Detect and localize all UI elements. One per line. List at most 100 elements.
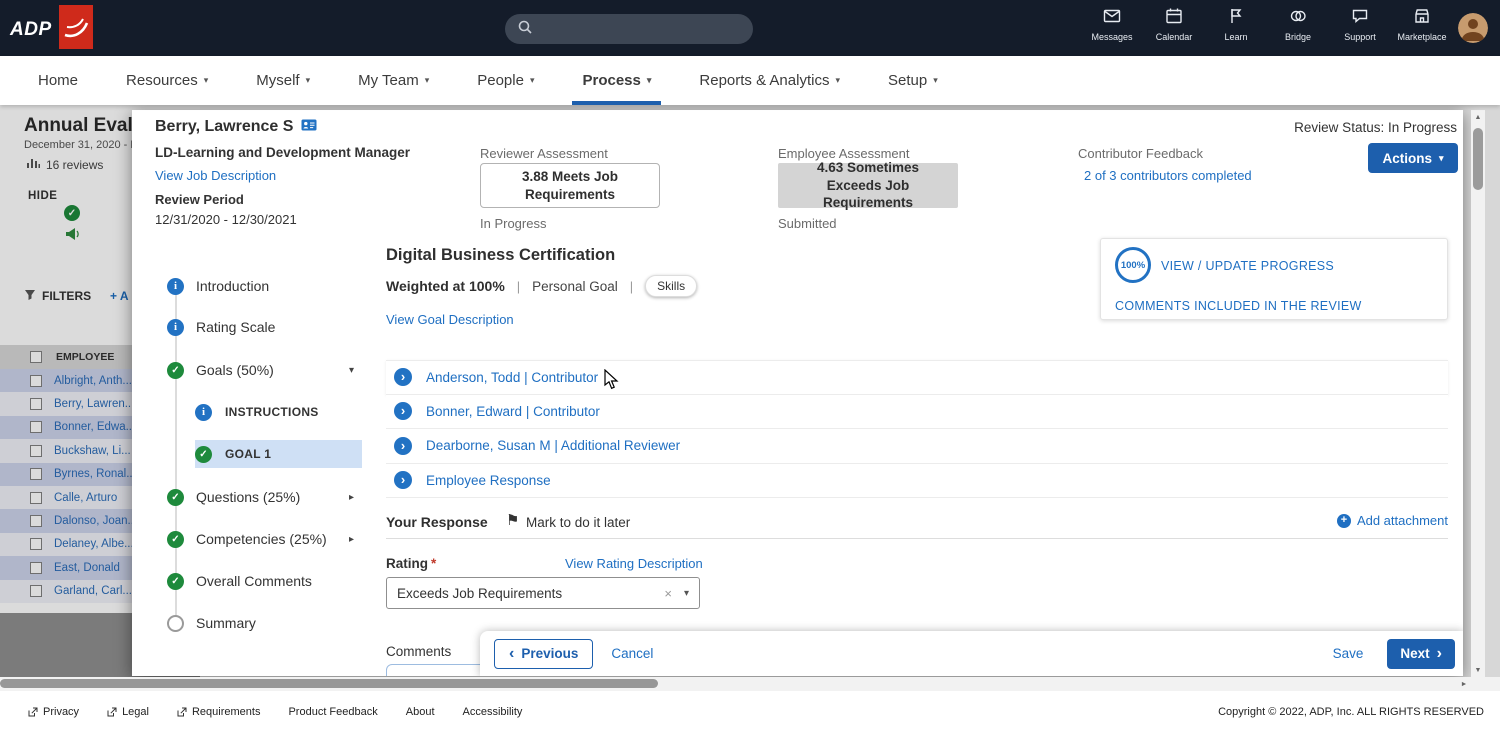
chevron-down-icon: ▾ <box>835 75 840 85</box>
stepper-label: GOAL 1 <box>225 447 272 461</box>
chevron-down-icon[interactable]: ▾ <box>349 365 354 376</box>
scroll-right-arrow[interactable]: ► <box>1457 677 1471 691</box>
horizontal-scrollbar-thumb[interactable] <box>0 679 658 688</box>
stepper-label: INSTRUCTIONS <box>225 405 319 419</box>
save-link[interactable]: Save <box>1333 646 1364 661</box>
scroll-up-arrow[interactable]: ▲ <box>1471 110 1485 124</box>
chevron-down-icon: ▾ <box>933 75 938 85</box>
mark-to-do-later[interactable]: Mark to do it later <box>526 515 630 530</box>
employee-name: Berry, Lawrence S <box>155 118 317 136</box>
rating-select[interactable]: Exceeds Job Requirements × ▾ <box>386 577 700 609</box>
utility-messages[interactable]: Messages <box>1086 7 1138 42</box>
view-update-progress-link[interactable]: VIEW / UPDATE PROGRESS <box>1161 259 1334 273</box>
learn-flag-icon <box>1227 7 1245 30</box>
utility-label: Marketplace <box>1397 32 1447 42</box>
info-icon: i <box>167 277 184 295</box>
nav-item-home[interactable]: Home <box>14 56 102 105</box>
utility-label: Bridge <box>1284 32 1311 42</box>
feedback-row-label: Dearborne, Susan M | Additional Reviewer <box>426 438 681 454</box>
footer-link-legal[interactable]: Legal <box>107 706 149 718</box>
feedback-row-contributor[interactable]: › Anderson, Todd | Contributor <box>386 360 1448 395</box>
goal-tag-chip[interactable]: Skills <box>645 275 698 297</box>
view-goal-description-link[interactable]: View Goal Description <box>386 312 514 327</box>
nav-item-my-team[interactable]: My Team ▾ <box>334 56 453 105</box>
footer-link-label: Legal <box>122 705 149 718</box>
global-search[interactable] <box>505 14 753 44</box>
nav-item-resources[interactable]: Resources ▾ <box>102 56 232 105</box>
chevron-down-icon: ▾ <box>529 75 535 85</box>
calendar-icon <box>1165 7 1183 30</box>
messages-icon <box>1103 7 1121 30</box>
stepper-item-competencies[interactable]: ✓ Competencies (25%) ▸ <box>167 525 362 553</box>
footer-link-label: Accessibility <box>462 705 523 718</box>
comments-included-link[interactable]: COMMENTS INCLUDED IN THE REVIEW <box>1115 299 1362 313</box>
nav-item-process[interactable]: Process ▾ <box>558 56 675 105</box>
actions-button[interactable]: Actions ▾ <box>1368 143 1458 173</box>
chevron-right-icon[interactable]: ▸ <box>349 492 354 503</box>
chevron-down-icon: ▾ <box>305 75 311 85</box>
feedback-row-employee-response[interactable]: › Employee Response <box>386 463 1448 498</box>
previous-button[interactable]: ‹ Previous <box>494 638 594 669</box>
check-circle-icon: ✓ <box>195 445 212 463</box>
nav-item-people[interactable]: People ▾ <box>453 56 558 105</box>
stepper-item-goals[interactable]: ✓ Goals (50%) ▾ <box>167 356 362 384</box>
add-attachment-button[interactable]: + Add attachment <box>1336 513 1448 528</box>
nav-label: People <box>477 72 524 89</box>
utility-label: Messages <box>1091 32 1133 42</box>
feedback-row-contributor[interactable]: › Bonner, Edward | Contributor <box>386 394 1448 429</box>
stepper-item-goal-1[interactable]: ✓ GOAL 1 <box>195 440 362 468</box>
employee-assessment-status: Submitted <box>778 216 837 231</box>
footer-link-about[interactable]: About <box>406 706 435 718</box>
utility-calendar[interactable]: Calendar <box>1148 7 1200 42</box>
user-avatar[interactable] <box>1458 13 1488 43</box>
view-job-description-link[interactable]: View Job Description <box>155 168 276 183</box>
next-label: Next <box>1400 646 1430 661</box>
nav-item-myself[interactable]: Myself ▾ <box>232 56 334 105</box>
vertical-scrollbar[interactable]: ▲ ▼ <box>1471 110 1485 677</box>
action-bar: ‹ Previous Cancel Save Next › <box>480 631 1463 676</box>
stepper-item-instructions[interactable]: i INSTRUCTIONS <box>195 398 362 426</box>
contact-card-icon[interactable] <box>301 118 317 136</box>
stepper-item-overall-comments[interactable]: ✓ Overall Comments <box>167 567 362 595</box>
stepper-item-introduction[interactable]: i Introduction <box>167 272 362 300</box>
stepper-label: Goals (50%) <box>196 362 274 378</box>
feedback-row-label: Bonner, Edward | Contributor <box>426 403 600 419</box>
footer-link-label: About <box>405 705 435 718</box>
utility-learn[interactable]: Learn <box>1210 7 1262 42</box>
horizontal-scrollbar[interactable]: ► <box>0 677 1500 691</box>
utility-support[interactable]: Support <box>1334 7 1386 42</box>
utility-marketplace[interactable]: Marketplace <box>1396 7 1448 42</box>
contributor-feedback-label: Contributor Feedback <box>1078 146 1204 161</box>
utility-bridge[interactable]: Bridge <box>1272 7 1324 42</box>
vertical-scrollbar-thumb[interactable] <box>1473 128 1483 190</box>
main-region: Annual Evalua December 31, 2020 - Dec 16… <box>0 105 1500 677</box>
stepper-item-rating-scale[interactable]: i Rating Scale <box>167 313 362 341</box>
cancel-link[interactable]: Cancel <box>611 646 653 661</box>
footer-link-requirements[interactable]: Requirements <box>177 706 260 718</box>
add-attachment-label: Add attachment <box>1356 513 1448 528</box>
chevron-right-circle-icon: › <box>394 436 412 455</box>
next-button[interactable]: Next › <box>1387 638 1455 669</box>
nav-item-setup[interactable]: Setup ▾ <box>864 56 962 105</box>
footer-link-accessibility[interactable]: Accessibility <box>463 706 523 718</box>
comments-label: Comments <box>386 644 452 659</box>
contributor-feedback-link[interactable]: 2 of 3 contributors completed <box>1084 168 1252 183</box>
footer-link-product-feedback[interactable]: Product Feedback <box>288 706 377 718</box>
chevron-right-icon[interactable]: ▸ <box>349 534 354 545</box>
support-icon <box>1351 7 1369 30</box>
stepper-item-questions[interactable]: ✓ Questions (25%) ▸ <box>167 483 362 511</box>
footer-link-privacy[interactable]: Privacy <box>28 706 79 718</box>
search-input[interactable] <box>541 21 741 37</box>
adp-logo[interactable]: ADP <box>10 5 93 54</box>
view-rating-description-link[interactable]: View Rating Description <box>565 556 703 571</box>
clear-selection-icon[interactable]: × <box>664 586 672 601</box>
top-header: ADP Messages Calendar Learn Bridge Suppo… <box>0 0 1500 56</box>
stepper-label: Overall Comments <box>196 573 312 589</box>
scroll-down-arrow[interactable]: ▼ <box>1471 663 1485 677</box>
adp-logo-text: ADP <box>10 18 52 40</box>
chevron-down-icon[interactable]: ▾ <box>684 588 689 599</box>
check-circle-icon: ✓ <box>167 572 184 590</box>
feedback-row-additional-reviewer[interactable]: › Dearborne, Susan M | Additional Review… <box>386 429 1448 464</box>
stepper-item-summary[interactable]: Summary <box>167 609 362 637</box>
nav-item-reports-analytics[interactable]: Reports & Analytics ▾ <box>675 56 864 105</box>
